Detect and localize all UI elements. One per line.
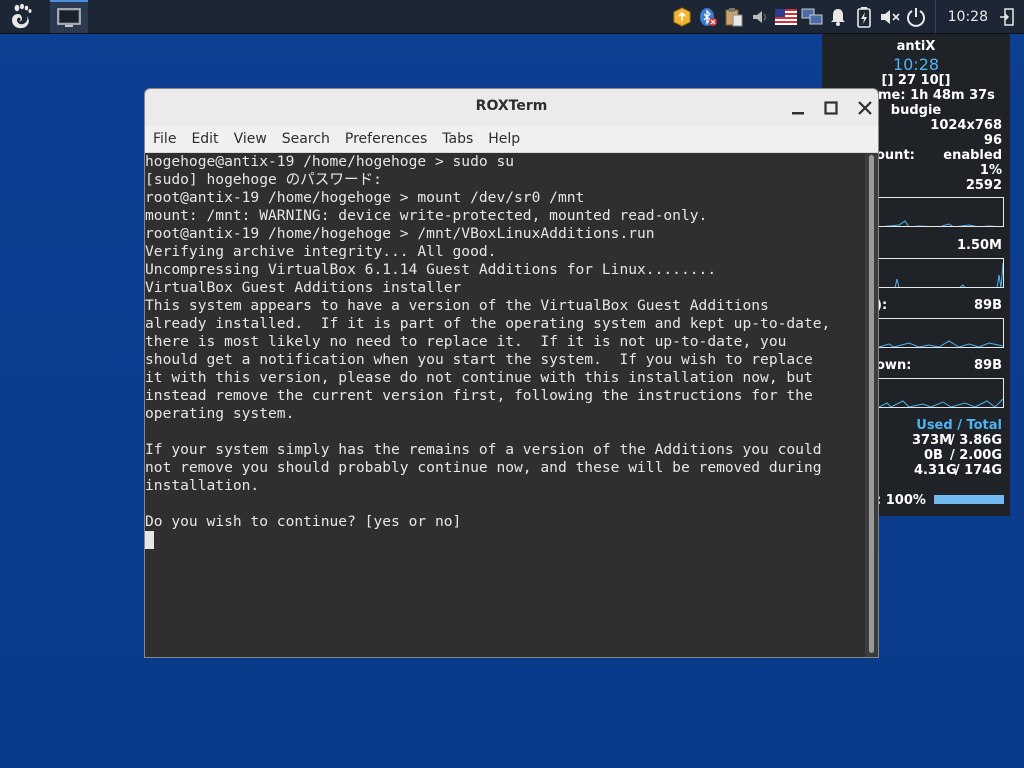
conky-download-graph — [878, 378, 1004, 408]
maximize-icon — [824, 101, 838, 115]
menu-preferences[interactable]: Preferences — [345, 131, 427, 147]
terminal-icon — [57, 7, 81, 27]
battery-charging-icon[interactable] — [853, 6, 875, 28]
conky-mount-label: ount: — [876, 148, 915, 163]
conky-disk-total: / 174G — [954, 463, 1002, 478]
conky-cpu-graph — [878, 197, 1004, 227]
conky-cpu: 1% — [979, 163, 1002, 178]
terminal-line: hogehoge@antix-19 /home/hogehoge > sudo … — [145, 153, 515, 170]
volume-muted-icon[interactable] — [749, 6, 771, 28]
conky-battery-track — [934, 495, 1004, 504]
menu-bar: File Edit View Search Preferences Tabs H… — [145, 126, 878, 153]
terminal-line: Verifying archive integrity... All good. — [145, 243, 497, 260]
terminal-scrollbar[interactable] — [865, 153, 878, 657]
conky-up-value: 89B — [974, 298, 1002, 313]
terminal-line: should get a notification when you start… — [145, 351, 813, 368]
conky-disk-used: 4.31G — [914, 463, 957, 478]
terminal-line: instead remove the current version first… — [145, 387, 813, 404]
app-menu-button[interactable] — [2, 0, 38, 33]
conky-used-total-header: Used / Total — [916, 418, 1002, 433]
minimize-button[interactable] — [789, 99, 807, 117]
close-button[interactable] — [856, 99, 874, 117]
us-flag-icon[interactable] — [774, 6, 797, 28]
conky-uptime: me: 1h 48m 37s — [878, 88, 995, 103]
terminal-line: Do you wish to continue? [yes or no] — [145, 513, 462, 530]
menu-help[interactable]: Help — [488, 131, 520, 147]
system-tray: 10:28 — [669, 0, 1024, 33]
bluetooth-icon[interactable] — [697, 6, 719, 28]
network-icon[interactable] — [801, 6, 823, 28]
conky-disk-graph — [878, 258, 1004, 288]
menu-tabs[interactable]: Tabs — [442, 131, 473, 147]
conky-disk-io: 1.50M — [956, 238, 1002, 253]
terminal-cursor — [145, 531, 154, 549]
conky-mem-total: / 3.86G — [949, 433, 1002, 448]
terminal-output[interactable]: hogehoge@antix-19 /home/hogehoge > sudo … — [145, 153, 865, 657]
terminal-line: If your system simply has the remains of… — [145, 441, 822, 458]
updater-icon[interactable] — [671, 6, 693, 28]
terminal-line: already installed. If it is part of the … — [145, 315, 831, 332]
tray-separator — [934, 0, 936, 33]
notification-bell-icon[interactable] — [827, 6, 849, 28]
conky-freq: 2592 — [965, 178, 1002, 193]
taskbar-terminal-button[interactable] — [50, 0, 88, 33]
logout-icon[interactable] — [996, 6, 1018, 28]
menu-edit[interactable]: Edit — [191, 131, 218, 147]
speaker-muted-icon[interactable] — [879, 6, 901, 28]
conky-swap-used: 0B — [924, 448, 943, 463]
terminal-line: [sudo] hogehoge のパスワード: — [145, 171, 382, 188]
scrollbar-thumb[interactable] — [869, 155, 874, 653]
conky-hostname: antiX — [896, 39, 936, 54]
panel-clock[interactable]: 10:28 — [948, 9, 988, 25]
conky-down-value: 89B — [974, 358, 1002, 373]
terminal-line: not remove you should probably continue … — [145, 459, 822, 476]
conky-battery-bar — [934, 495, 1004, 504]
terminal-line: it with this version, please do not cont… — [145, 369, 813, 386]
terminal-line: root@antix-19 /home/hogehoge > /mnt/VBox… — [145, 225, 655, 242]
window-titlebar[interactable]: ROXTerm — [145, 89, 878, 127]
conky-battery-label: : 100% — [876, 493, 926, 508]
terminal-line: This system appears to have a version of… — [145, 297, 769, 314]
conky-resolution: 1024x768 — [930, 118, 1002, 133]
menu-file[interactable]: File — [153, 131, 176, 147]
minimize-icon — [792, 112, 804, 115]
conky-time: 10:28 — [892, 55, 940, 74]
terminal-line: there is most likely no need to replace … — [145, 333, 787, 350]
conky-date: [] 27 10[] — [881, 73, 951, 88]
top-panel: 10:28 — [0, 0, 1024, 34]
conky-mount-value: enabled — [943, 148, 1002, 163]
menu-view[interactable]: View — [234, 131, 267, 147]
conky-down-label: own: — [876, 358, 912, 373]
maximize-button[interactable] — [822, 99, 840, 117]
window-title: ROXTerm — [475, 98, 548, 114]
power-icon[interactable] — [905, 6, 927, 28]
conky-swap-total: / 2.00G — [949, 448, 1002, 463]
terminal-line: root@antix-19 /home/hogehoge > mount /de… — [145, 189, 585, 206]
close-icon — [858, 101, 872, 115]
terminal-line: installation. — [145, 477, 260, 494]
terminal-line: VirtualBox Guest Additions installer — [145, 279, 462, 296]
conky-mem-used: 373M — [912, 433, 953, 448]
conky-dpi: 96 — [983, 133, 1002, 148]
terminal-cursor-line — [145, 531, 865, 549]
roxterm-window: ROXTerm File Edit View Search Preference… — [144, 88, 879, 658]
gnome-foot-icon — [12, 3, 32, 28]
conky-upload-graph — [878, 318, 1004, 348]
clipboard-icon[interactable] — [723, 6, 745, 28]
terminal-line: Uncompressing VirtualBox 6.1.14 Guest Ad… — [145, 261, 717, 278]
menu-search[interactable]: Search — [282, 131, 330, 147]
terminal-line: mount: /mnt: WARNING: device write-prote… — [145, 207, 708, 224]
terminal-line: operating system. — [145, 405, 295, 422]
